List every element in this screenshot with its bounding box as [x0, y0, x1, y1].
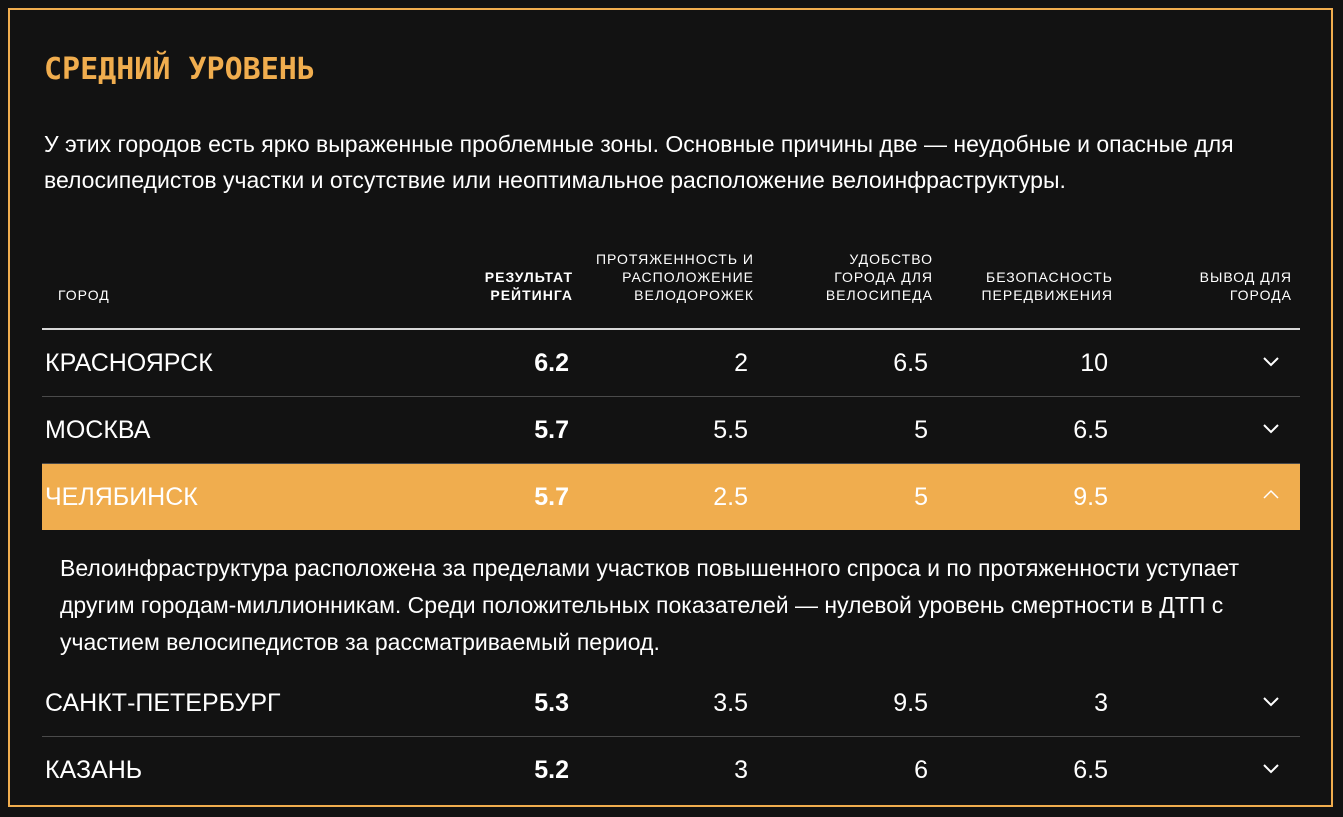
table-row[interactable]: КРАСНОЯРСК 6.2 2 6.5 10: [42, 330, 1300, 397]
lanes-value: 3: [734, 756, 748, 784]
table-header: ГОРОД РЕЗУЛЬТАТ РЕЙТИНГА ПРОТЯЖЕННОСТЬ И…: [42, 250, 1300, 330]
header-lanes: ПРОТЯЖЕННОСТЬ И РАСПОЛОЖЕНИЕ ВЕЛОДОРОЖЕК: [595, 251, 754, 303]
city-name: ЧЕЛЯБИНСК: [45, 483, 198, 511]
lanes-value: 2.5: [713, 483, 748, 511]
city-name: КАЗАНЬ: [45, 756, 143, 784]
comfort-value: 6: [914, 756, 928, 784]
table-row[interactable]: МОСКВА 5.7 5.5 5 6.5: [42, 397, 1300, 464]
section-title: СРЕДНИЙ УРОВЕНЬ: [44, 52, 315, 87]
header-safety: БЕЗОПАСНОСТЬ ПЕРЕДВИЖЕНИЯ: [981, 269, 1113, 303]
score-value: 5.7: [534, 416, 569, 444]
table-row-expanded[interactable]: ЧЕЛЯБИНСК 5.7 2.5 5 9.5: [42, 464, 1300, 530]
score-value: 5.7: [534, 483, 569, 511]
table-row[interactable]: САНКТ-ПЕТЕРБУРГ 5.3 3.5 9.5 3: [42, 670, 1300, 737]
chevron-down-icon[interactable]: [1262, 759, 1280, 777]
city-name: МОСКВА: [45, 416, 151, 444]
header-score: РЕЗУЛЬТАТ РЕЙТИНГА: [484, 269, 573, 303]
lanes-value: 5.5: [713, 416, 748, 444]
chevron-down-icon[interactable]: [1262, 419, 1280, 437]
safety-value: 6.5: [1073, 756, 1108, 784]
header-city: ГОРОД: [58, 287, 110, 303]
safety-value: 6.5: [1073, 416, 1108, 444]
header-conclusion: ВЫВОД ДЛЯ ГОРОДА: [1199, 269, 1292, 303]
section-intro: У этих городов есть ярко выраженные проб…: [44, 131, 1234, 193]
city-name: КРАСНОЯРСК: [45, 349, 213, 377]
comfort-value: 5: [914, 416, 928, 444]
row-detail: Велоинфраструктура расположена за предел…: [42, 530, 1300, 670]
safety-value: 9.5: [1073, 483, 1108, 511]
safety-value: 3: [1094, 689, 1108, 717]
chevron-down-icon[interactable]: [1262, 352, 1280, 370]
score-value: 5.3: [534, 689, 569, 717]
table-row[interactable]: КАЗАНЬ 5.2 3 6 6.5: [42, 737, 1300, 803]
lanes-value: 3.5: [713, 689, 748, 717]
conclusion-text: Велоинфраструктура расположена за предел…: [60, 555, 1239, 655]
comfort-value: 6.5: [893, 349, 928, 377]
rating-card: СРЕДНИЙ УРОВЕНЬ У этих городов есть ярко…: [8, 8, 1333, 807]
safety-value: 10: [1080, 349, 1108, 377]
chevron-up-icon[interactable]: [1262, 486, 1280, 504]
city-name: САНКТ-ПЕТЕРБУРГ: [45, 689, 281, 717]
chevron-down-icon[interactable]: [1262, 692, 1280, 710]
lanes-value: 2: [734, 349, 748, 377]
header-comfort: УДОБСТВО ГОРОДА ДЛЯ ВЕЛОСИПЕДА: [825, 251, 933, 303]
comfort-value: 9.5: [893, 689, 928, 717]
score-value: 5.2: [534, 756, 569, 784]
comfort-value: 5: [914, 483, 928, 511]
score-value: 6.2: [534, 349, 569, 377]
rating-table: ГОРОД РЕЗУЛЬТАТ РЕЙТИНГА ПРОТЯЖЕННОСТЬ И…: [42, 250, 1300, 803]
